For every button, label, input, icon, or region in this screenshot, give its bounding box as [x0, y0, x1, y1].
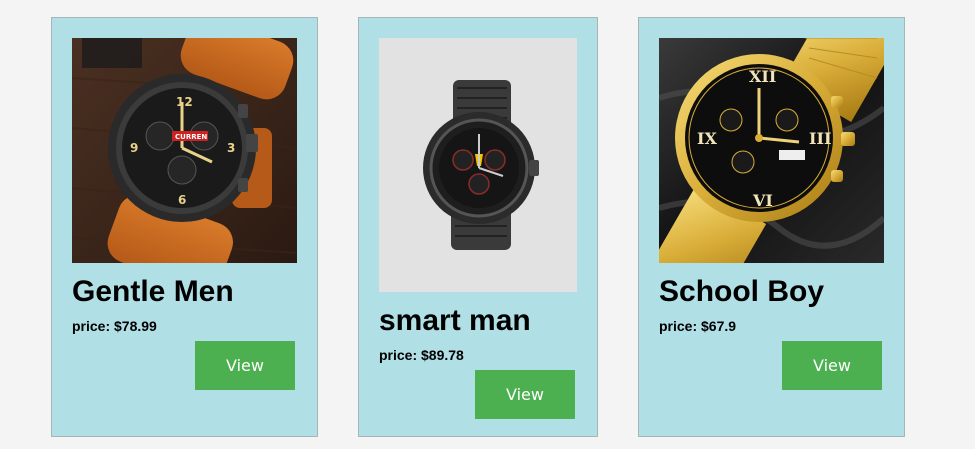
svg-text:III: III	[809, 129, 831, 148]
view-button[interactable]: View	[475, 370, 575, 419]
brand-label: CURREN	[175, 133, 207, 141]
orange-leather-chronograph-watch-image: 9 3 12 6 CURREN	[72, 38, 297, 263]
svg-text:9: 9	[130, 141, 138, 155]
product-card: smart man price: $89.78 View	[358, 17, 598, 437]
product-price: price: $67.9	[659, 318, 737, 334]
product-card: XII IX III VI School Boy price: $67.9 Vi…	[638, 17, 905, 437]
black-steel-sport-watch-image	[379, 38, 577, 292]
product-card: 9 3 12 6 CURREN Gentle Men price: $78.99…	[51, 17, 318, 437]
product-name: Gentle Men	[72, 275, 234, 308]
svg-text:12: 12	[176, 95, 193, 109]
view-button[interactable]: View	[195, 341, 295, 390]
gold-mesh-roman-dial-watch-image: XII IX III VI	[659, 38, 884, 263]
svg-text:IX: IX	[697, 129, 717, 148]
view-button[interactable]: View	[782, 341, 882, 390]
svg-text:VI: VI	[752, 191, 773, 210]
product-price: price: $89.78	[379, 347, 464, 363]
product-price: price: $78.99	[72, 318, 157, 334]
product-name: School Boy	[659, 275, 825, 308]
svg-text:XII: XII	[749, 67, 776, 86]
svg-text:3: 3	[227, 141, 235, 155]
svg-text:6: 6	[178, 193, 186, 207]
product-name: smart man	[379, 304, 531, 337]
